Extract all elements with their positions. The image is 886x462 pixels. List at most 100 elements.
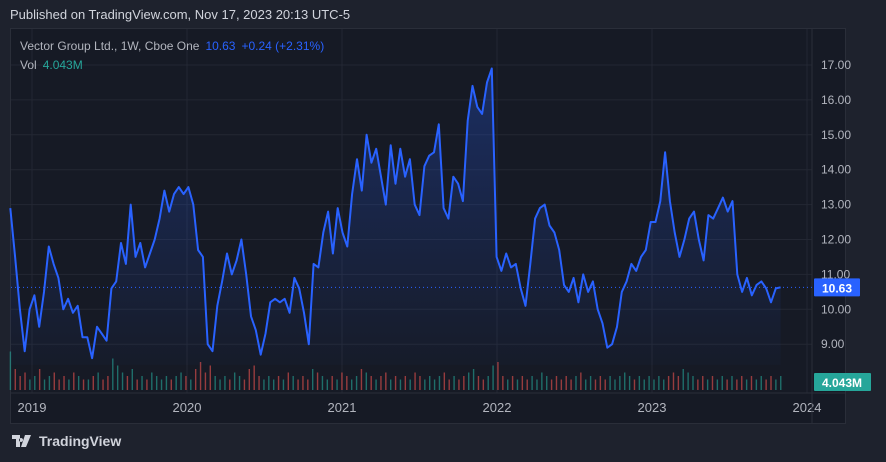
volume-bar bbox=[497, 362, 499, 390]
volume-bar bbox=[770, 376, 772, 390]
volume-bar bbox=[302, 376, 304, 390]
volume-bar bbox=[711, 376, 714, 390]
volume-bar bbox=[619, 376, 621, 390]
volume-bar bbox=[219, 379, 221, 390]
symbol-title[interactable]: Vector Group Ltd., 1W, Cboe One bbox=[20, 39, 199, 53]
last-price-badge-text: 10.63 bbox=[822, 281, 852, 295]
volume-bar bbox=[502, 376, 504, 390]
volume-bar bbox=[272, 379, 275, 390]
volume-bar bbox=[282, 379, 285, 390]
volume-bar bbox=[745, 379, 748, 390]
x-tick-label: 2020 bbox=[173, 400, 202, 415]
volume-bar bbox=[585, 379, 587, 390]
volume-bar bbox=[565, 376, 567, 390]
volume-bar bbox=[29, 379, 31, 390]
volume-bar bbox=[687, 372, 689, 390]
y-tick-label: 10.00 bbox=[821, 302, 851, 316]
volume-bar bbox=[38, 369, 41, 390]
volume-bar bbox=[126, 376, 129, 390]
volume-bar bbox=[238, 376, 241, 390]
volume-bar bbox=[599, 376, 602, 390]
volume-label: Vol bbox=[20, 58, 37, 72]
volume-bar bbox=[721, 376, 723, 390]
volume-bar bbox=[628, 376, 631, 390]
volume-bar bbox=[550, 379, 553, 390]
y-tick-label: 17.00 bbox=[821, 58, 851, 72]
volume-bar bbox=[702, 376, 704, 390]
volume-bar bbox=[243, 379, 246, 390]
volume-bar bbox=[268, 376, 270, 390]
volume-bar bbox=[58, 379, 60, 390]
price-area-fill bbox=[10, 68, 781, 365]
volume-bar bbox=[477, 376, 480, 390]
y-tick-label: 13.00 bbox=[821, 198, 851, 212]
volume-bar bbox=[224, 376, 226, 390]
brand-name: TradingView bbox=[39, 433, 122, 449]
volume-bar bbox=[433, 379, 436, 390]
volume-bar bbox=[82, 379, 85, 390]
x-tick-label: 2022 bbox=[483, 400, 512, 415]
volume-bar bbox=[511, 376, 514, 390]
volume-bar bbox=[107, 376, 109, 390]
volume-bar bbox=[19, 376, 21, 390]
volume-bar bbox=[365, 372, 368, 390]
volume-bar bbox=[438, 376, 441, 390]
volume-bar bbox=[160, 379, 163, 390]
volume-bar bbox=[492, 365, 494, 390]
volume-bar bbox=[248, 369, 251, 390]
volume-bar bbox=[204, 372, 207, 390]
volume-bar bbox=[507, 379, 509, 390]
volume-bar bbox=[331, 376, 333, 390]
volume-bar bbox=[287, 372, 290, 390]
volume-bar bbox=[350, 379, 353, 390]
volume-bar bbox=[180, 372, 182, 390]
volume-bar bbox=[102, 379, 104, 390]
volume-bar bbox=[380, 376, 382, 390]
volume-bar bbox=[346, 376, 348, 390]
tradingview-logo[interactable]: TradingView bbox=[12, 433, 121, 449]
volume-value: 4.043M bbox=[42, 58, 83, 72]
volume-bar bbox=[692, 376, 694, 390]
volume-bar bbox=[151, 372, 153, 390]
volume-bar bbox=[190, 379, 192, 390]
volume-bar bbox=[121, 372, 124, 390]
volume-bar bbox=[736, 379, 738, 390]
volume-bar bbox=[706, 379, 709, 390]
volume-bar bbox=[589, 376, 592, 390]
volume-bar bbox=[667, 376, 670, 390]
volume-bar bbox=[87, 379, 90, 390]
volume-bar bbox=[536, 379, 538, 390]
volume-bar bbox=[263, 379, 265, 390]
volume-bar bbox=[409, 379, 411, 390]
volume-bar bbox=[141, 376, 143, 390]
volume-bar bbox=[394, 376, 397, 390]
volume-bar bbox=[341, 372, 343, 390]
volume-bar bbox=[360, 369, 363, 390]
volume-bar bbox=[316, 372, 319, 390]
volume-bar bbox=[760, 376, 762, 390]
volume-bar bbox=[399, 379, 402, 390]
volume-bar bbox=[526, 379, 528, 390]
volume-bar bbox=[677, 376, 680, 390]
volume-bar bbox=[116, 365, 119, 390]
y-tick-label: 14.00 bbox=[821, 163, 851, 177]
y-tick-label: 16.00 bbox=[821, 93, 851, 107]
volume-bar bbox=[214, 376, 216, 390]
x-tick-label: 2023 bbox=[638, 400, 667, 415]
volume-bar bbox=[253, 365, 255, 390]
y-tick-label: 12.00 bbox=[821, 233, 851, 247]
volume-bar bbox=[468, 372, 470, 390]
volume-bar bbox=[185, 376, 187, 390]
volume-bar bbox=[48, 376, 51, 390]
volume-bar bbox=[648, 376, 650, 390]
volume-bar bbox=[136, 379, 138, 390]
volume-bar bbox=[63, 376, 65, 390]
y-tick-label: 9.00 bbox=[821, 337, 845, 351]
volume-bar bbox=[355, 376, 358, 390]
volume-bar bbox=[277, 376, 280, 390]
volume-bar bbox=[146, 379, 148, 390]
volume-bar bbox=[765, 379, 767, 390]
volume-bar bbox=[633, 379, 636, 390]
volume-bar bbox=[53, 372, 55, 390]
volume-bar bbox=[658, 376, 660, 390]
